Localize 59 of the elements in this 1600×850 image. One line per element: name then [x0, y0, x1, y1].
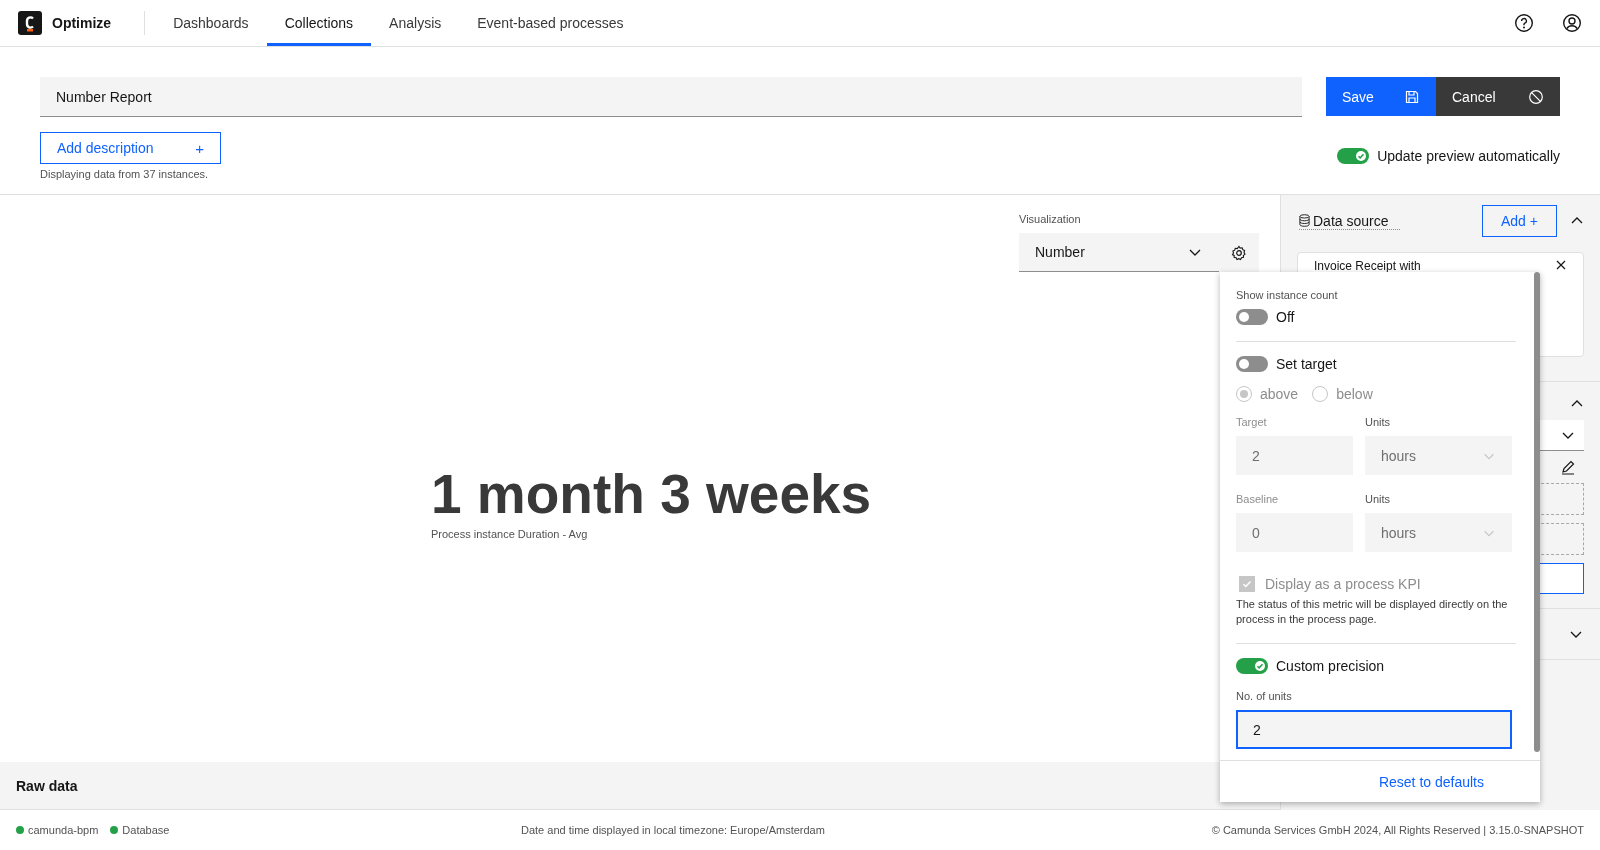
- timezone-note: Date and time displayed in local timezone: Europe/Amsterdam: [521, 824, 825, 836]
- data-source-title: Data source: [1299, 212, 1400, 230]
- user-icon[interactable]: [1562, 13, 1582, 33]
- result-caption: Process instance Duration - Avg: [431, 528, 589, 540]
- settings-icon: [1231, 244, 1247, 261]
- save-icon: [1404, 88, 1420, 105]
- nav-tab[interactable]: Collections: [266, 0, 372, 46]
- toggle-switch[interactable]: [1236, 309, 1268, 325]
- help-icon[interactable]: [1514, 13, 1534, 33]
- check-icon: [1255, 661, 1265, 671]
- units-dropdown[interactable]: hours: [1365, 513, 1512, 552]
- process-name: Invoice Receipt with: [1314, 259, 1421, 273]
- source-name: Database: [122, 824, 170, 836]
- add-description-button[interactable]: Add description +: [40, 132, 221, 164]
- units-dropdown[interactable]: hours: [1365, 436, 1512, 475]
- result-value: 1 month 3 weeks: [431, 462, 872, 526]
- raw-data-bar[interactable]: Raw data: [0, 762, 1280, 810]
- product-name: Optimize: [52, 15, 112, 31]
- toggle-label: Custom precision: [1276, 658, 1385, 674]
- units-field[interactable]: 2: [1236, 710, 1512, 749]
- add-button[interactable]: Add +: [1482, 205, 1557, 237]
- copyright: © Camunda Services GmbH 2024, All Rights Reserved | 3.15.0-SNAPSHOT: [1211, 824, 1584, 836]
- source-name: camunda-bpm: [28, 824, 99, 836]
- settings-button[interactable]: [1219, 233, 1259, 272]
- toggle-switch[interactable]: [1236, 356, 1268, 372]
- radio-option[interactable]: below: [1312, 386, 1373, 402]
- field-label: Show instance count: [1236, 289, 1339, 301]
- cancel-button[interactable]: Cancel: [1436, 77, 1560, 116]
- close-icon[interactable]: [1555, 259, 1567, 271]
- toggle-switch[interactable]: [1337, 148, 1370, 164]
- nav-tab[interactable]: Event-based processes: [459, 0, 642, 46]
- toggle-label: Update preview automatically: [1377, 148, 1560, 164]
- kpi-note: The status of this metric will be displayed directly on the process in the process page.: [1236, 597, 1509, 627]
- radio-option[interactable]: above: [1236, 386, 1299, 402]
- visualization-label: Visualization: [1019, 213, 1082, 225]
- database-icon: [1299, 214, 1310, 227]
- edit-icon[interactable]: [1560, 459, 1576, 475]
- checkbox[interactable]: [1239, 576, 1255, 592]
- logo-icon: [18, 11, 42, 35]
- toggle-label: Set target: [1276, 356, 1337, 372]
- field-label: Target: [1236, 416, 1268, 428]
- check-icon: [1241, 578, 1253, 590]
- nav-tab[interactable]: Analysis: [371, 0, 460, 46]
- check-icon: [1356, 151, 1367, 161]
- field-label: Baseline: [1236, 493, 1280, 505]
- nav-tab[interactable]: Dashboards: [155, 0, 267, 46]
- toggle-switch[interactable]: [1236, 658, 1268, 674]
- cancel-icon: [1528, 88, 1544, 105]
- report-title-field[interactable]: Number Report: [40, 77, 1302, 117]
- save-button[interactable]: Save: [1326, 77, 1436, 116]
- raw-data-title: Raw data: [16, 777, 78, 794]
- visualization-dropdown[interactable]: Number: [1019, 233, 1219, 272]
- reset-link[interactable]: Reset to defaults: [1372, 772, 1490, 791]
- checkbox-label: Display as a process KPI: [1265, 576, 1421, 592]
- field-label: No. of units: [1236, 690, 1293, 702]
- field-label: Units: [1365, 493, 1392, 505]
- field-label: Units: [1365, 416, 1392, 428]
- instances-note: Displaying data from 37 instances.: [40, 168, 210, 180]
- toggle-state: Off: [1276, 309, 1295, 325]
